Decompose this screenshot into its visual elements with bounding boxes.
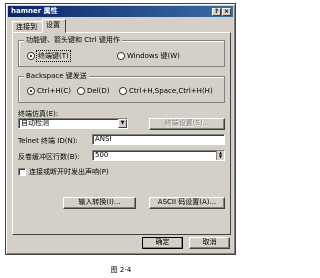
- radio-unselected-icon: [119, 87, 127, 95]
- chevron-down-icon[interactable]: ▼: [118, 119, 127, 128]
- radio-del[interactable]: Del(D): [77, 87, 110, 95]
- radio-selected-icon: [27, 87, 35, 95]
- backscroll-value: 500: [95, 151, 109, 159]
- beep-checkbox-label: 连接或断开时发出声响(P): [29, 168, 109, 176]
- help-button[interactable]: ?: [212, 8, 221, 16]
- radio-label: Ctrl+H(C): [37, 87, 71, 95]
- function-keys-group: 功能键、箭头键和 Ctrl 键用作 终端键(T) Windows 键(W): [18, 36, 225, 67]
- radio-label: Del(D): [87, 87, 110, 95]
- tab-settings[interactable]: 设置: [42, 19, 66, 33]
- window-title: hamner 属性: [11, 7, 58, 15]
- radio-label: 终端键(T): [36, 50, 71, 62]
- radio-label: Ctrl+H,Space,Ctrl+H(H): [129, 87, 213, 95]
- radio-label: Windows 键(W): [127, 52, 180, 60]
- radio-unselected-icon: [77, 87, 85, 95]
- ok-button[interactable]: 确定: [142, 237, 183, 249]
- terminal-setup-button[interactable]: 终端设置(S)...: [149, 118, 225, 130]
- cancel-button[interactable]: 取消: [189, 237, 230, 249]
- emulation-select[interactable]: 自动检测 ▼: [18, 118, 128, 129]
- checkbox-box[interactable]: [18, 168, 26, 176]
- emulation-value: 自动检测: [21, 119, 49, 127]
- title-bar: hamner 属性 ? ×: [8, 6, 233, 17]
- radio-selected-icon: [27, 52, 35, 60]
- input-translation-button[interactable]: 输入转换(I)...: [63, 197, 136, 209]
- radio-ctrl-h-space[interactable]: Ctrl+H,Space,Ctrl+H(H): [119, 87, 213, 95]
- telnet-id-input[interactable]: ANSI: [92, 134, 225, 145]
- figure-caption: 图 2-4: [110, 266, 132, 274]
- backscroll-label: 反卷缓冲区行数(B):: [18, 153, 80, 161]
- function-keys-group-title: 功能键、箭头键和 Ctrl 键用作: [24, 36, 122, 45]
- beep-checkbox[interactable]: 连接或断开时发出声响(P): [18, 167, 109, 177]
- radio-ctrl-h[interactable]: Ctrl+H(C): [27, 87, 71, 95]
- spin-buttons[interactable]: ▲ ▼: [216, 151, 224, 160]
- settings-panel: 功能键、箭头键和 Ctrl 键用作 终端键(T) Windows 键(W) Ba…: [12, 32, 231, 235]
- ascii-setup-button[interactable]: ASCII 码设置(A)...: [149, 197, 225, 209]
- backspace-group: Backspace 键发送 Ctrl+H(C) Del(D) Ctrl+H,Sp…: [18, 72, 225, 103]
- backspace-group-title: Backspace 键发送: [24, 72, 89, 81]
- close-button[interactable]: ×: [222, 8, 231, 16]
- radio-windows-keys[interactable]: Windows 键(W): [117, 51, 180, 61]
- telnet-id-label: Telnet 终端 ID(N):: [18, 137, 78, 145]
- tab-connect-to[interactable]: 连接到: [12, 21, 43, 32]
- spin-down-icon[interactable]: ▼: [217, 155, 224, 159]
- radio-unselected-icon: [117, 52, 125, 60]
- properties-dialog: hamner 属性 ? × 连接到 设置 功能键、箭头键和 Ctrl 键用作 终…: [5, 3, 236, 255]
- backscroll-stepper[interactable]: 500 ▲ ▼: [92, 150, 225, 161]
- radio-terminal-keys[interactable]: 终端键(T): [27, 50, 71, 62]
